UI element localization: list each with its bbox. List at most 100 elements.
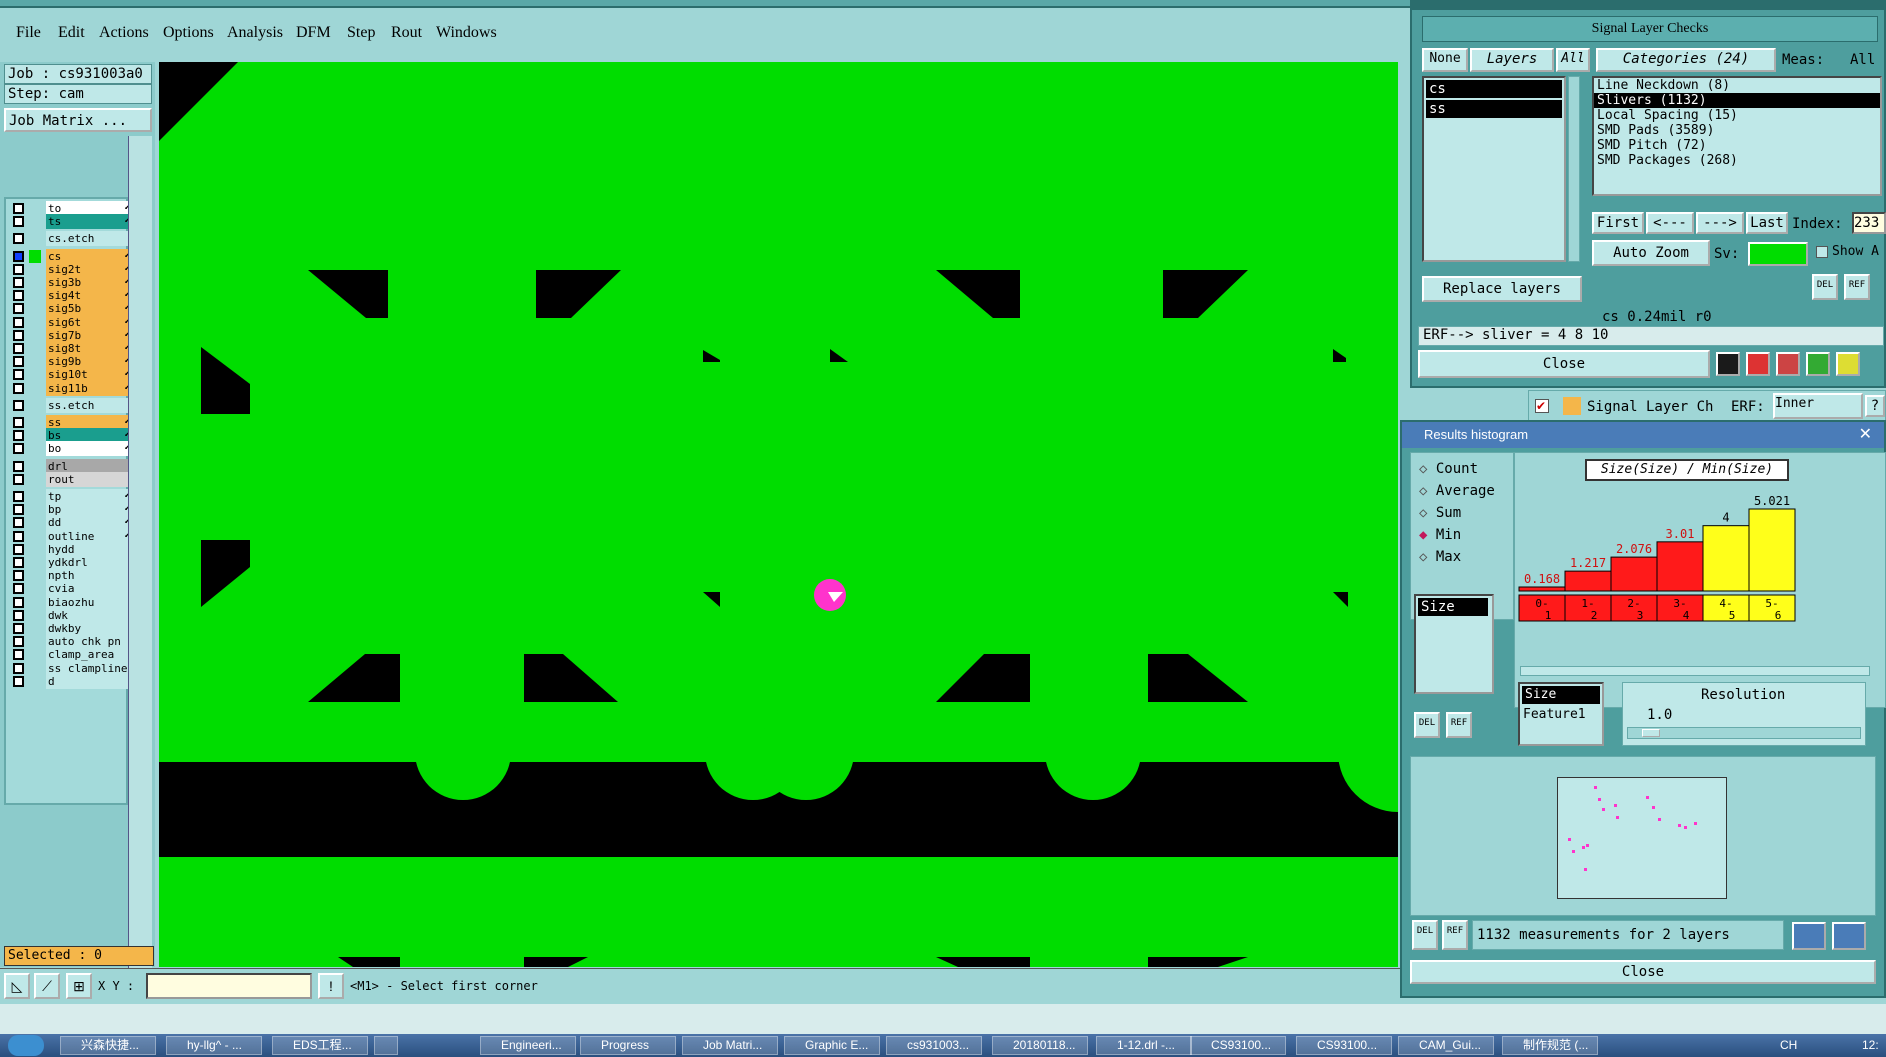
taskbar-item[interactable]: cs931003... (886, 1036, 982, 1055)
layer-checkbox[interactable] (13, 329, 24, 341)
layer-name[interactable]: cs.etch (46, 231, 132, 247)
tool-icon-4[interactable] (1806, 352, 1830, 376)
layer-checkbox[interactable] (13, 570, 24, 582)
checkmark-icon[interactable]: ✔ (1535, 399, 1549, 413)
zoom-out-icon[interactable] (1832, 922, 1866, 950)
mode-radio-average[interactable]: ◇ Average (1419, 483, 1495, 499)
category-item[interactable]: SMD Packages (268) (1594, 153, 1880, 168)
layer-checkbox[interactable] (13, 303, 24, 315)
layer-name[interactable]: rout (46, 471, 132, 487)
del-icon[interactable]: DEL (1812, 274, 1838, 300)
layer-checkbox[interactable] (13, 543, 24, 555)
tool-icon-3[interactable] (1776, 352, 1800, 376)
layer-row-ts[interactable]: ts⬋ (9, 214, 132, 230)
del-icon[interactable]: DEL (1414, 712, 1440, 738)
layer-checkbox[interactable] (13, 596, 24, 608)
category-item[interactable]: SMD Pads (3589) (1594, 123, 1880, 138)
all-layers-button[interactable]: All (1556, 48, 1590, 72)
index-input[interactable]: 233 (1852, 212, 1886, 234)
layer-list-scrollbar[interactable] (1568, 76, 1580, 262)
layer-checkbox[interactable] (13, 263, 24, 275)
layer-checkbox[interactable] (13, 636, 24, 648)
graphic-canvas[interactable] (158, 62, 1398, 967)
list-item[interactable]: Feature1 (1520, 706, 1602, 724)
slider-handle[interactable] (1642, 729, 1660, 737)
histogram-bar[interactable] (1518, 586, 1566, 592)
layer-checkbox[interactable] (13, 530, 24, 542)
layer-checkbox[interactable] (13, 430, 24, 442)
category-item[interactable]: Line Neckdown (8) (1594, 78, 1880, 93)
layer-checkbox[interactable] (13, 233, 24, 245)
layer-checkbox[interactable] (13, 609, 24, 621)
layer-list-scrollbar[interactable] (128, 136, 152, 996)
menu-actions[interactable]: Actions (99, 24, 149, 42)
categories-list[interactable]: Line Neckdown (8) Slivers (1132) Local Spa… (1592, 76, 1882, 196)
xy-input[interactable] (146, 973, 312, 999)
mode-radio-count[interactable]: ◇ Count (1419, 461, 1478, 477)
layer-checkbox[interactable] (13, 343, 24, 354)
layer-checkbox[interactable] (13, 316, 24, 328)
layer-checkbox[interactable] (13, 473, 24, 485)
mode-radio-sum[interactable]: ◇ Sum (1419, 505, 1461, 521)
taskbar-item[interactable]: Progress (580, 1036, 676, 1055)
tool-icon-1[interactable] (1716, 352, 1740, 376)
layer-checkbox[interactable] (13, 203, 24, 214)
none-button[interactable]: None (1422, 48, 1468, 72)
alert-icon[interactable]: ! (318, 973, 344, 999)
prev-button[interactable]: <--- (1646, 212, 1694, 234)
results-close-button[interactable]: Close (1418, 350, 1710, 378)
taskbar-item[interactable]: EDS工程... (272, 1036, 368, 1055)
layer-checkbox[interactable] (13, 290, 24, 302)
menu-file[interactable]: File (16, 24, 41, 42)
menu-analysis[interactable]: Analysis (227, 24, 283, 42)
tray-language[interactable]: CH (1780, 1038, 1797, 1052)
tool-icon-5[interactable] (1836, 352, 1860, 376)
layer-row-d[interactable]: d (9, 673, 132, 689)
erf-select[interactable]: Inner (1773, 393, 1863, 419)
histogram-bar[interactable] (1564, 570, 1612, 592)
tool-icon-2[interactable] (1746, 352, 1770, 376)
mode-radio-min[interactable]: ◆ Min (1419, 527, 1461, 543)
layer-checkbox[interactable] (13, 382, 24, 394)
menu-options[interactable]: Options (163, 24, 214, 42)
ref-icon[interactable]: REF (1844, 274, 1870, 300)
layer-checkbox[interactable] (13, 675, 24, 687)
layer-checkbox[interactable] (13, 356, 24, 368)
auto-zoom-button[interactable]: Auto Zoom (1592, 240, 1710, 266)
measure-tool-icon[interactable]: ⟋ (34, 973, 60, 999)
layer-checkbox[interactable] (13, 250, 24, 262)
job-matrix-button[interactable]: Job Matrix ... (4, 108, 152, 132)
taskbar-item[interactable]: CAM_Gui... (1398, 1036, 1494, 1055)
layer-row-bo[interactable]: bo⬋ (9, 441, 132, 457)
taskbar-item[interactable]: 1-12.drl -... (1096, 1036, 1192, 1055)
histogram-bar[interactable] (1610, 556, 1658, 592)
field-list[interactable]: Size Feature1 (1518, 682, 1604, 746)
layer-checkbox[interactable] (13, 399, 24, 411)
menu-step[interactable]: Step (347, 24, 375, 42)
menu-windows[interactable]: Windows (436, 24, 497, 42)
sv-color-select[interactable] (1748, 242, 1808, 266)
grid-tool-icon[interactable]: ⊞ (66, 973, 92, 999)
layer-name[interactable]: bo⬋ (46, 441, 132, 457)
last-button[interactable]: Last (1746, 212, 1788, 234)
histogram-hscroll[interactable] (1520, 666, 1870, 676)
histogram-bar[interactable] (1748, 508, 1796, 592)
taskbar-item[interactable]: Graphic E... (784, 1036, 880, 1055)
layer-name[interactable]: sig11b⬋ (46, 380, 132, 396)
taskbar-item[interactable]: hy-llg^ - ... (166, 1036, 262, 1055)
histogram-close-button[interactable]: Close (1410, 960, 1876, 984)
zoom-tool-icon[interactable]: ◺ (4, 973, 30, 999)
layer-row-ss.etch[interactable]: ss.etch (9, 397, 132, 413)
list-item[interactable]: ss (1426, 100, 1562, 118)
taskbar-item[interactable]: 兴森快捷... (60, 1036, 156, 1055)
show-checkbox[interactable] (1816, 246, 1828, 258)
layer-results-list[interactable]: cs ss (1422, 76, 1566, 262)
histogram-bar[interactable] (1656, 541, 1704, 592)
layer-checkbox[interactable] (13, 216, 24, 228)
category-item[interactable]: SMD Pitch (72) (1594, 138, 1880, 153)
layer-checkbox[interactable] (13, 504, 24, 516)
layer-checkbox[interactable] (13, 623, 24, 634)
menu-edit[interactable]: Edit (58, 24, 85, 42)
taskbar-item[interactable]: CS93100... (1296, 1036, 1392, 1055)
layer-row-cs.etch[interactable]: cs.etch (9, 231, 132, 247)
